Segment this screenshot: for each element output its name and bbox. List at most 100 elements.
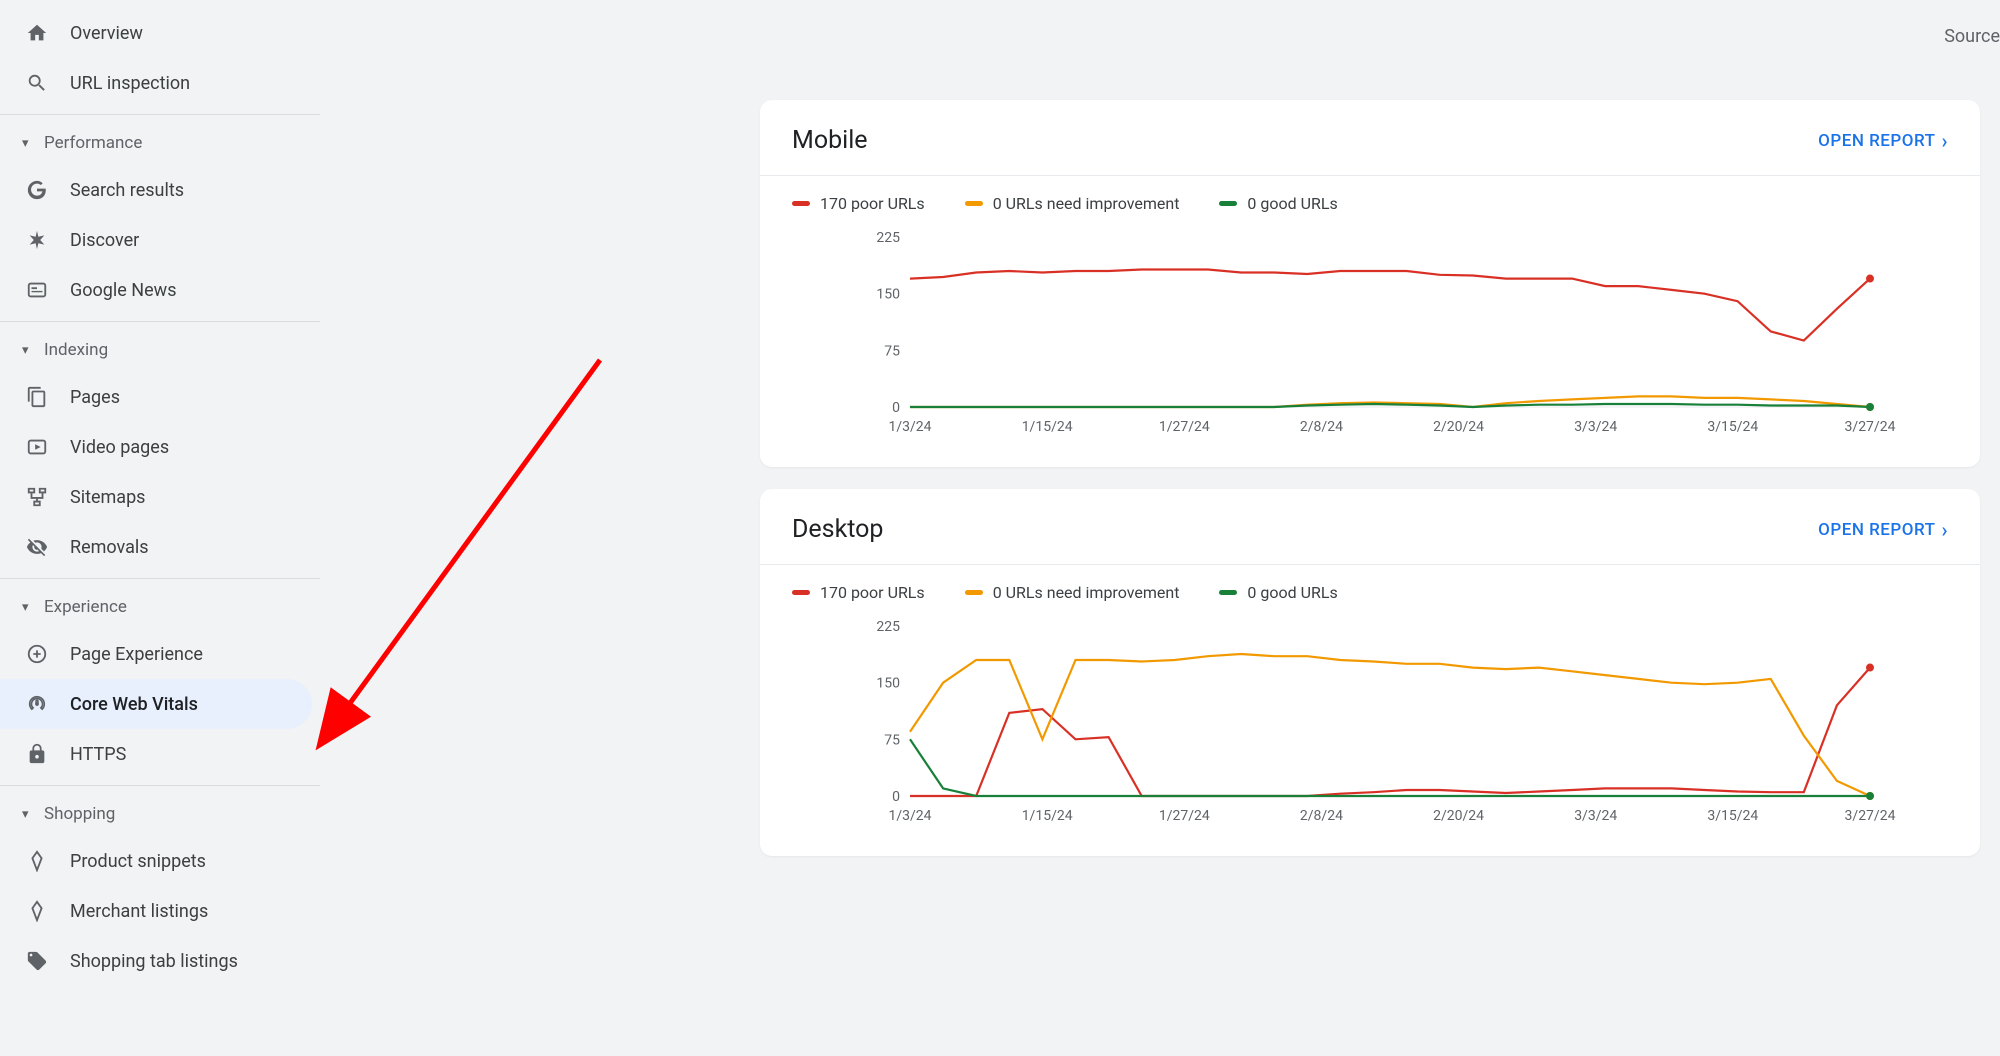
series-endpoint [1866,792,1874,800]
y-tick-label: 75 [884,343,900,359]
pages-icon [26,386,48,408]
y-tick-label: 150 [876,287,900,303]
series-line-need [910,654,1870,796]
line-chart: 0751502251/3/241/15/241/27/242/8/242/20/… [792,616,1948,826]
legend-label: 0 good URLs [1247,583,1337,602]
legend-item: 170 poor URLs [792,583,925,602]
x-tick-label: 2/8/24 [1300,808,1343,824]
open-report-label: OPEN REPORT [1818,520,1935,540]
sitemap-icon [26,486,48,508]
x-tick-label: 1/3/24 [888,419,931,435]
section-label: Shopping [44,804,115,824]
plus-circle-icon [26,643,48,665]
x-tick-label: 1/3/24 [888,808,931,824]
section-label: Indexing [44,340,108,360]
legend-swatch [792,590,810,595]
main-content: Source MobileOPEN REPORT›170 poor URLs0 … [320,0,2000,1056]
open-report-link[interactable]: OPEN REPORT › [1818,518,1948,542]
nav-label: Search results [70,180,184,201]
google-g-icon [26,179,48,201]
open-report-label: OPEN REPORT [1818,131,1935,151]
section-header-performance[interactable]: ▾ Performance [0,121,320,165]
y-tick-label: 150 [876,676,900,692]
legend-swatch [965,201,983,206]
chevron-down-icon: ▾ [22,807,40,822]
nav-label: Video pages [70,437,169,458]
divider [0,578,320,579]
divider [0,785,320,786]
nav-item-https[interactable]: HTTPS [0,729,312,779]
x-tick-label: 1/27/24 [1159,419,1210,435]
legend-item: 0 good URLs [1219,194,1337,213]
nav-label: Removals [70,537,149,558]
legend-label: 170 poor URLs [820,583,925,602]
nav-item-overview[interactable]: Overview [0,8,312,58]
card-title: Desktop [792,515,883,544]
nav-item-discover[interactable]: Discover [0,215,312,265]
open-report-link[interactable]: OPEN REPORT › [1818,129,1948,153]
source-label: Source [1944,26,2000,47]
nav-item-video-pages[interactable]: Video pages [0,422,312,472]
section-label: Experience [44,597,127,617]
legend-swatch [965,590,983,595]
nav-item-shopping-tab[interactable]: Shopping tab listings [0,936,312,986]
nav-item-merchant-listings[interactable]: Merchant listings [0,886,312,936]
nav-item-pages[interactable]: Pages [0,372,312,422]
series-line-good [910,739,1870,796]
legend-swatch [1219,201,1237,206]
nav-item-removals[interactable]: Removals [0,522,312,572]
eye-off-icon [26,536,48,558]
y-tick-label: 0 [892,400,900,416]
nav-item-search-results[interactable]: Search results [0,165,312,215]
series-line-poor [910,270,1870,341]
news-icon [26,279,48,301]
divider [0,114,320,115]
x-tick-label: 1/15/24 [1022,808,1073,824]
legend-item: 170 poor URLs [792,194,925,213]
line-chart: 0751502251/3/241/15/241/27/242/8/242/20/… [792,227,1948,437]
nav-item-core-web-vitals[interactable]: Core Web Vitals [0,679,312,729]
nav-item-page-experience[interactable]: Page Experience [0,629,312,679]
section-header-experience[interactable]: ▾ Experience [0,585,320,629]
nav-label: Page Experience [70,644,203,665]
lock-icon [26,743,48,765]
chevron-right-icon: › [1941,518,1948,542]
legend-swatch [1219,590,1237,595]
x-tick-label: 3/27/24 [1845,419,1896,435]
x-tick-label: 2/20/24 [1433,419,1484,435]
nav-item-google-news[interactable]: Google News [0,265,312,315]
tag-icon [26,950,48,972]
x-tick-label: 3/15/24 [1707,808,1758,824]
legend-swatch [792,201,810,206]
legend-label: 170 poor URLs [820,194,925,213]
nav-label: Product snippets [70,851,206,872]
nav-label: Shopping tab listings [70,951,238,972]
diamond-icon [26,850,48,872]
x-tick-label: 3/15/24 [1707,419,1758,435]
section-header-shopping[interactable]: ▾ Shopping [0,792,320,836]
chart-area: 0751502251/3/241/15/241/27/242/8/242/20/… [760,612,1980,856]
nav-label: Core Web Vitals [70,694,198,715]
series-endpoint [1866,275,1874,283]
nav-item-url-inspection[interactable]: URL inspection [0,58,312,108]
legend-item: 0 URLs need improvement [965,194,1180,213]
video-icon [26,436,48,458]
nav-item-product-snippets[interactable]: Product snippets [0,836,312,886]
nav-label: HTTPS [70,744,126,765]
chevron-right-icon: › [1941,129,1948,153]
chart-legend: 170 poor URLs0 URLs need improvement0 go… [760,565,1980,612]
chart-area: 0751502251/3/241/15/241/27/242/8/242/20/… [760,223,1980,467]
x-tick-label: 1/27/24 [1159,808,1210,824]
speed-icon [26,693,48,715]
nav-item-sitemaps[interactable]: Sitemaps [0,472,312,522]
chevron-down-icon: ▾ [22,600,40,615]
card-mobile: Mobile OPEN REPORT › 170 poor URLs 0 URLs ne… [760,100,1980,467]
nav-label: URL inspection [70,73,190,94]
section-label: Performance [44,133,142,153]
card-title: Mobile [792,126,868,155]
chevron-down-icon: ▾ [22,136,40,151]
diamond-icon [26,900,48,922]
section-header-indexing[interactable]: ▾Indexing [0,328,320,372]
x-tick-label: 3/27/24 [1845,808,1896,824]
y-tick-label: 75 [884,732,900,748]
